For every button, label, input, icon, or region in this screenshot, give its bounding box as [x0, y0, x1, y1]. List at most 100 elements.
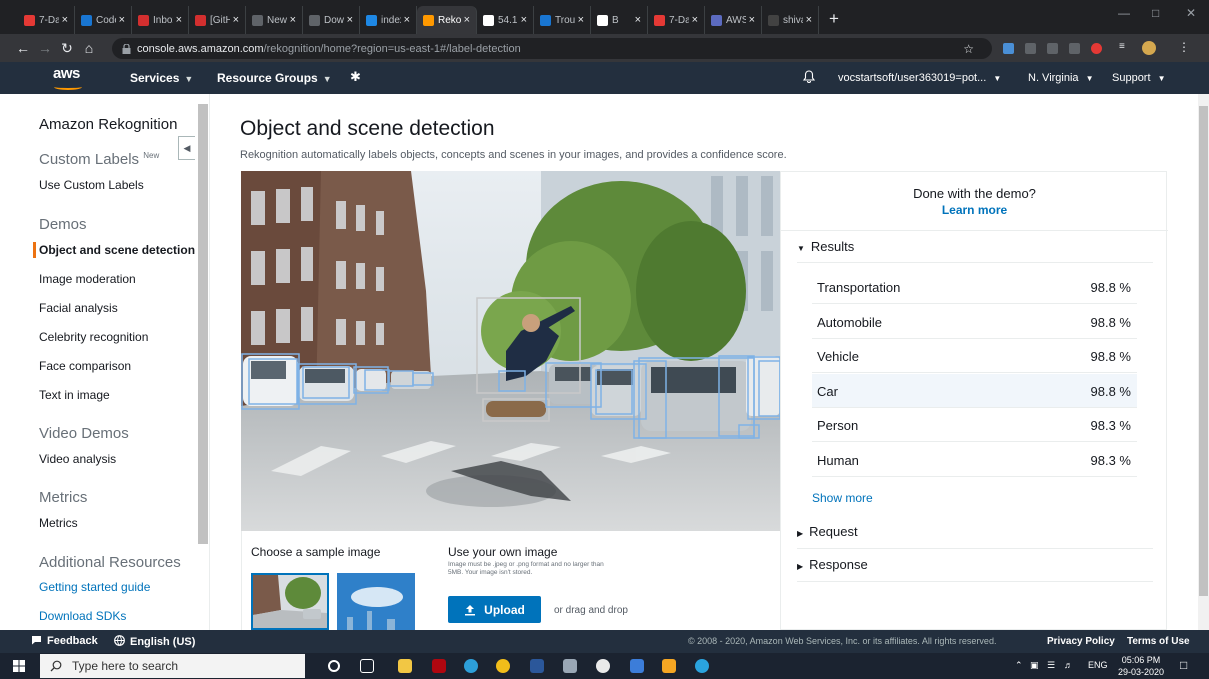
browser-tab[interactable]: B ×	[591, 6, 648, 34]
tab-close-icon[interactable]: ×	[464, 14, 470, 26]
back-icon[interactable]: ←	[12, 40, 34, 56]
pin-icon[interactable]: ✱	[350, 69, 361, 85]
sidebar-scrollbar[interactable]	[198, 104, 208, 544]
privacy-policy-link[interactable]: Privacy Policy	[1047, 636, 1115, 647]
home-icon[interactable]: ⌂	[78, 40, 100, 56]
tab-close-icon[interactable]: ×	[521, 14, 527, 26]
scrollbar-thumb[interactable]	[1199, 106, 1208, 596]
response-section-toggle[interactable]: ▶ Response	[797, 557, 868, 572]
reload-icon[interactable]: ↻	[56, 40, 78, 57]
reading-list-icon[interactable]: ≡	[1119, 41, 1130, 52]
browser-tab[interactable]: AWS×	[705, 6, 762, 34]
network-app-icon[interactable]	[630, 659, 644, 673]
download-sdks-link[interactable]: Download SDKs	[39, 609, 126, 623]
extension-icon[interactable]	[1025, 43, 1036, 54]
sidebar-item-face-comparison[interactable]: Face comparison	[39, 359, 131, 373]
result-row[interactable]: Transportation 98.8 %	[812, 270, 1137, 304]
telegram-icon[interactable]	[695, 659, 709, 673]
result-row[interactable]: Human 98.3 %	[812, 443, 1137, 477]
tab-close-icon[interactable]: ×	[635, 14, 641, 26]
request-section-toggle[interactable]: ▶ Request	[797, 524, 858, 539]
browser-tab[interactable]: Troub×	[534, 6, 591, 34]
collapse-sidebar-button[interactable]: ◀	[178, 136, 195, 160]
extension-icon[interactable]	[1047, 43, 1058, 54]
browser-tab[interactable]: Rekog×	[417, 6, 477, 34]
profile-avatar[interactable]	[1142, 41, 1156, 55]
sidebar-item-metrics[interactable]: Metrics	[39, 516, 78, 530]
browser-tab[interactable]: shiva×	[762, 6, 819, 34]
minimize-icon[interactable]: —	[1118, 6, 1130, 20]
tab-close-icon[interactable]: ×	[62, 14, 68, 26]
sidebar-item-celebrity-recognition[interactable]: Celebrity recognition	[39, 330, 148, 344]
result-row[interactable]: Car 98.8 %	[812, 373, 1137, 408]
upload-button[interactable]: Upload	[448, 596, 541, 623]
volume-icon[interactable]: ♬	[1064, 660, 1073, 670]
language-indicator[interactable]: ENG	[1088, 660, 1108, 670]
taskbar-search-input[interactable]: Type here to search	[40, 654, 305, 678]
aws-logo[interactable]: aws	[53, 65, 82, 90]
extension-icon[interactable]	[1091, 43, 1102, 54]
file-explorer-icon[interactable]	[398, 659, 412, 673]
maximize-icon[interactable]: □	[1152, 6, 1159, 20]
tab-close-icon[interactable]: ×	[347, 14, 353, 26]
extension-icon[interactable]	[1069, 43, 1080, 54]
browser-tab[interactable]: Inbox×	[132, 6, 189, 34]
app-icon[interactable]	[596, 659, 610, 673]
show-more-link[interactable]: Show more	[812, 491, 873, 505]
forward-icon[interactable]: →	[34, 40, 56, 56]
netflix-icon[interactable]	[432, 659, 446, 673]
tab-close-icon[interactable]: ×	[749, 14, 755, 26]
browser-tab[interactable]: 7-Day×	[18, 6, 75, 34]
sidebar-item-facial-analysis[interactable]: Facial analysis	[39, 301, 118, 315]
edge-icon[interactable]	[464, 659, 478, 673]
tab-close-icon[interactable]: ×	[176, 14, 182, 26]
resource-groups-menu[interactable]: Resource Groups ▼	[217, 71, 332, 85]
tab-close-icon[interactable]: ×	[290, 14, 296, 26]
windows-start-icon[interactable]	[13, 660, 25, 672]
result-row[interactable]: Person 98.3 %	[812, 408, 1137, 442]
new-tab-button[interactable]: +	[819, 6, 849, 34]
battery-icon[interactable]: ▣	[1030, 660, 1039, 671]
region-menu[interactable]: N. Virginia ▼	[1028, 72, 1094, 84]
tab-close-icon[interactable]: ×	[806, 14, 812, 26]
tab-close-icon[interactable]: ×	[692, 14, 698, 26]
feedback-button[interactable]: Feedback	[31, 635, 98, 647]
chrome-icon[interactable]	[496, 659, 510, 673]
sidebar-item-video-analysis[interactable]: Video analysis	[39, 452, 116, 466]
app-icon[interactable]	[563, 659, 577, 673]
sidebar-item-text-in-image[interactable]: Text in image	[39, 388, 110, 402]
word-icon[interactable]	[530, 659, 544, 673]
close-window-icon[interactable]: ✕	[1186, 6, 1196, 20]
support-menu[interactable]: Support ▼	[1112, 72, 1166, 84]
tab-close-icon[interactable]: ×	[578, 14, 584, 26]
sidebar-item-image-moderation[interactable]: Image moderation	[39, 272, 136, 286]
account-menu[interactable]: vocstartsoft/user363019=pot... ▼	[838, 72, 1001, 84]
system-clock[interactable]: 05:06 PM 29-03-2020	[1118, 654, 1164, 678]
learn-more-link[interactable]: Learn more	[781, 203, 1168, 217]
extension-icon[interactable]	[1003, 43, 1014, 54]
sample-thumbnail-street[interactable]	[251, 573, 329, 630]
wifi-icon[interactable]: ☰	[1047, 660, 1055, 671]
browser-tab[interactable]: Code×	[75, 6, 132, 34]
page-scrollbar[interactable]	[1198, 94, 1209, 630]
browser-tab[interactable]: 7-Day×	[648, 6, 705, 34]
browser-tab[interactable]: index×	[360, 6, 417, 34]
notification-bell-icon[interactable]	[802, 70, 816, 86]
tab-close-icon[interactable]: ×	[119, 14, 125, 26]
result-row[interactable]: Automobile 98.8 %	[812, 305, 1137, 339]
address-bar[interactable]: console.aws.amazon.com/rekognition/home?…	[112, 38, 992, 59]
bookmark-star-icon[interactable]: ☆	[963, 42, 974, 56]
task-view-icon[interactable]	[360, 659, 374, 673]
browser-tab[interactable]: [GitH×	[189, 6, 246, 34]
browser-tab[interactable]: 54.17×	[477, 6, 534, 34]
notification-center-icon[interactable]: □	[1180, 658, 1187, 672]
cortana-icon[interactable]	[328, 660, 340, 672]
sidebar-item-object-scene-detection[interactable]: Object and scene detection	[39, 243, 195, 257]
results-section-toggle[interactable]: ▼ Results	[797, 239, 854, 254]
sidebar-title[interactable]: Amazon Rekognition	[39, 116, 177, 133]
tray-chevron-icon[interactable]: ⌃	[1015, 660, 1023, 671]
getting-started-link[interactable]: Getting started guide	[39, 580, 150, 594]
browser-tab[interactable]: Down×	[303, 6, 360, 34]
services-menu[interactable]: Services ▼	[130, 71, 193, 85]
browser-tab[interactable]: New Tab×	[246, 6, 303, 34]
